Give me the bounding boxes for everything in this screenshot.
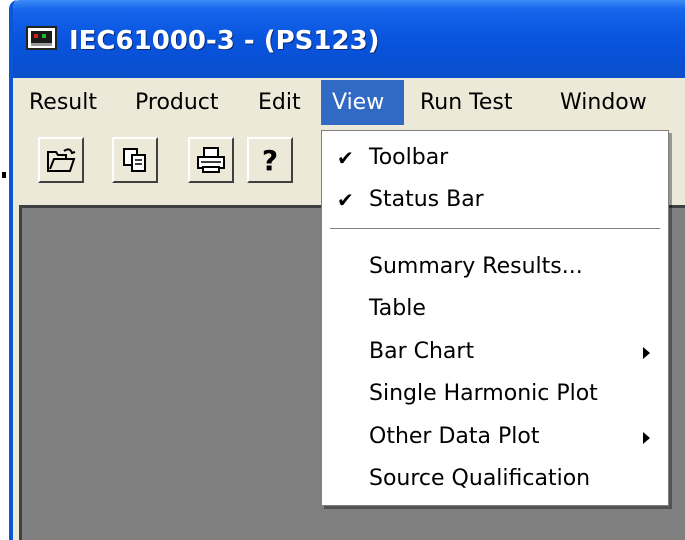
view-menu-item-label: Table: [369, 296, 426, 321]
checkmark-icon: ✔: [337, 188, 354, 212]
view-menu-item-source-qualification[interactable]: Source Qualification: [322, 459, 668, 499]
menu-result[interactable]: Result: [18, 80, 108, 125]
title-bar[interactable]: IEC61000-3 - (PS123): [13, 0, 685, 78]
submenu-arrow-icon: [643, 432, 650, 444]
view-menu-dropdown: ✔ Toolbar ✔ Status Bar Summary Results..…: [321, 130, 669, 506]
submenu-arrow-icon: [643, 347, 650, 359]
window-title: IEC61000-3 - (PS123): [69, 26, 380, 56]
view-menu-item-bar-chart[interactable]: Bar Chart: [322, 332, 668, 372]
view-menu-item-label: Toolbar: [369, 145, 449, 170]
help-icon: ?: [261, 143, 279, 177]
menu-product[interactable]: Product: [124, 80, 230, 125]
view-menu-item-single-harmonic-plot[interactable]: Single Harmonic Plot: [322, 374, 668, 414]
view-menu-item-label: Status Bar: [369, 187, 484, 212]
menu-run-test[interactable]: Run Test: [409, 80, 524, 125]
view-menu-item-label: Bar Chart: [369, 339, 475, 364]
app-monitor-icon[interactable]: [26, 26, 57, 50]
window-edge-mark: [2, 172, 6, 178]
menu-edit[interactable]: Edit: [247, 80, 312, 125]
view-menu-item-summary-results[interactable]: Summary Results...: [322, 247, 668, 287]
menu-window[interactable]: Window: [549, 80, 658, 125]
view-menu-item-toolbar[interactable]: ✔ Toolbar: [322, 138, 668, 178]
menu-separator: [330, 228, 660, 230]
view-menu-item-table[interactable]: Table: [322, 289, 668, 329]
view-menu-item-label: Other Data Plot: [369, 424, 540, 449]
view-menu-item-label: Source Qualification: [369, 466, 591, 491]
open-button[interactable]: [38, 137, 84, 183]
copy-button[interactable]: [112, 137, 158, 183]
print-button[interactable]: [188, 137, 234, 183]
print-icon: [197, 147, 225, 173]
view-menu-item-other-data-plot[interactable]: Other Data Plot: [322, 417, 668, 457]
help-button[interactable]: ?: [247, 137, 293, 183]
open-folder-icon: [47, 148, 76, 172]
menu-view[interactable]: View: [321, 80, 404, 125]
copy-icon: [123, 148, 146, 172]
view-menu-item-label: Summary Results...: [369, 254, 583, 279]
checkmark-icon: ✔: [337, 146, 354, 170]
view-menu-item-label: Single Harmonic Plot: [369, 381, 598, 406]
view-menu-item-status-bar[interactable]: ✔ Status Bar: [322, 180, 668, 220]
menu-bar: Result Product Edit View Run Test Window: [13, 80, 685, 125]
